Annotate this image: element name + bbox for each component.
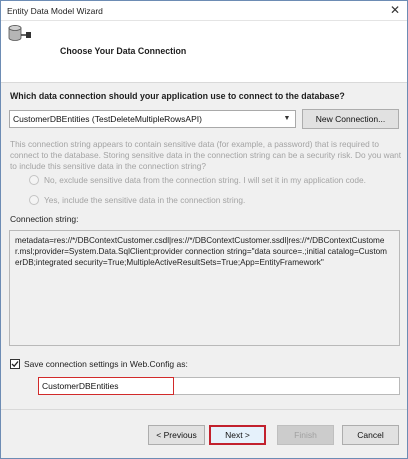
entity-data-model-wizard-window: Entity Data Model Wizard ✕ Choose Your D… <box>0 0 408 459</box>
chevron-down-icon[interactable]: ▼ <box>279 111 295 127</box>
save-settings-checkbox[interactable] <box>10 359 20 369</box>
exclude-sensitive-label: No, exclude sensitive data from the conn… <box>44 175 366 185</box>
window-title: Entity Data Model Wizard <box>7 6 103 16</box>
save-settings-label: Save connection settings in Web.Config a… <box>24 359 188 369</box>
finish-button[interactable]: Finish <box>277 425 334 445</box>
data-connection-value: CustomerDBEntities (TestDeleteMultipleRo… <box>13 114 202 124</box>
cancel-button[interactable]: Cancel <box>342 425 399 445</box>
exclude-sensitive-radio[interactable] <box>29 175 39 185</box>
connection-string-text: metadata=res://*/DBContextCustomer.csdl|… <box>15 236 387 268</box>
sensitive-data-note: This connection string appears to contai… <box>10 139 402 171</box>
close-icon[interactable]: ✕ <box>387 3 403 17</box>
previous-button[interactable]: < Previous <box>148 425 205 445</box>
page-title: Choose Your Data Connection <box>60 46 187 56</box>
include-sensitive-radio[interactable] <box>29 195 39 205</box>
new-connection-button[interactable]: New Connection... <box>302 109 399 129</box>
connection-string-box[interactable]: metadata=res://*/DBContextCustomer.csdl|… <box>9 230 400 346</box>
title-bar: Entity Data Model Wizard ✕ <box>1 1 407 21</box>
footer-divider <box>1 409 407 410</box>
annotation-highlight-box <box>38 377 174 395</box>
connection-question: Which data connection should your applic… <box>10 91 345 101</box>
database-plug-icon <box>8 25 31 41</box>
checkmark-icon <box>11 361 19 368</box>
connection-string-label: Connection string: <box>10 214 79 224</box>
include-sensitive-label: Yes, include the sensitive data in the c… <box>44 195 246 205</box>
next-button[interactable]: Next > <box>209 425 266 445</box>
data-connection-dropdown[interactable]: CustomerDBEntities (TestDeleteMultipleRo… <box>9 110 296 128</box>
wizard-header: Choose Your Data Connection <box>1 21 407 83</box>
